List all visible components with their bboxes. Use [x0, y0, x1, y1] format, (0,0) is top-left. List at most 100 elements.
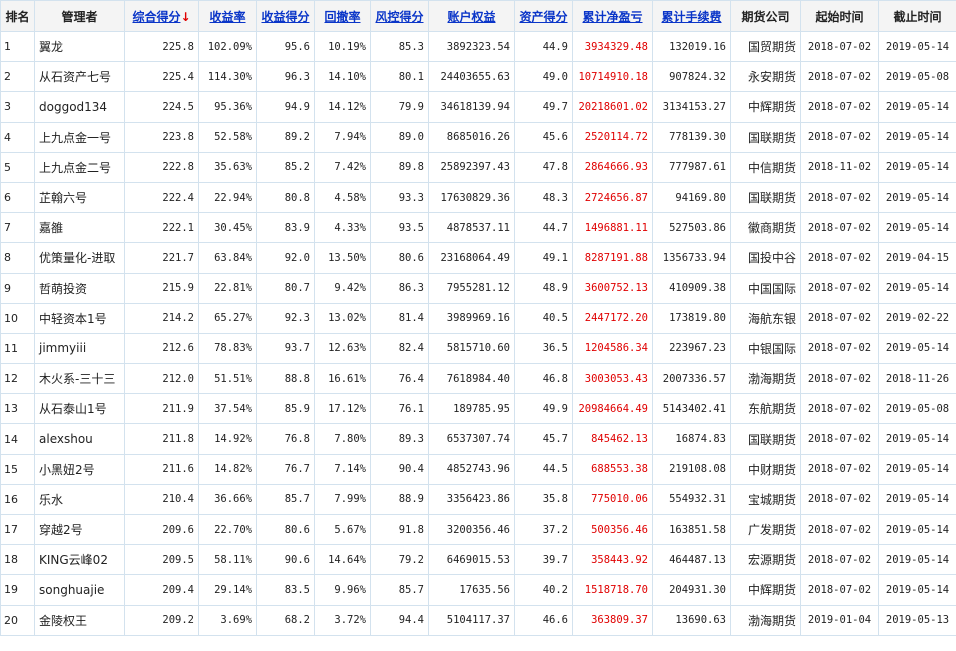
total-score-cell: 211.8 [124, 423, 199, 455]
return-rate-cell: 14.82% [198, 453, 257, 485]
asset-score-cell: 40.2 [514, 574, 573, 606]
cumulative-fee-cell: 778139.30 [652, 121, 731, 153]
asset-score-cell: 45.6 [514, 121, 573, 153]
header-asset-score[interactable]: 资产得分 [514, 0, 573, 32]
header-return-rate[interactable]: 收益率 [198, 0, 257, 32]
drawdown-rate-cell: 4.58% [314, 181, 371, 214]
cumulative-fee-cell: 13690.63 [652, 604, 731, 636]
manager-cell: 从石资产七号 [34, 61, 125, 93]
futures-company-cell: 渤海期货 [730, 363, 801, 395]
cumulative-fee-cell: 173819.80 [652, 302, 731, 334]
return-rate-cell: 114.30% [198, 61, 257, 93]
asset-score-cell: 49.7 [514, 91, 573, 123]
return-rate-cell: 14.92% [198, 423, 257, 455]
return-rate-cell: 36.66% [198, 483, 257, 516]
return-score-cell: 85.7 [256, 483, 315, 516]
return-score-cell: 94.9 [256, 91, 315, 123]
account-equity-cell: 6537307.74 [428, 423, 515, 455]
header-total-score-label: 综合得分 [132, 9, 181, 24]
futures-company-cell: 国联期货 [730, 121, 801, 153]
futures-company-cell: 中银国际 [730, 332, 801, 365]
return-score-cell: 92.0 [256, 242, 315, 274]
cumulative-pnl-cell: 20218601.02 [572, 91, 653, 123]
header-total-score[interactable]: 综合得分↓ [124, 0, 199, 32]
cumulative-pnl-cell: 2864666.93 [572, 151, 653, 183]
total-score-cell: 222.1 [124, 212, 199, 244]
asset-score-cell: 35.8 [514, 483, 573, 516]
table-row: 8 优策量化-进取 221.7 63.84% 92.0 13.50% 80.6 2316806… [0, 242, 956, 274]
table-row: 20 金陵权王 209.2 3.69% 68.2 3.72% 94.4 5104117.37 4… [0, 604, 956, 636]
rank-cell: 6 [0, 181, 35, 214]
table-row: 15 小黑妞2号 211.6 14.82% 76.7 7.14% 90.4 4852743.9… [0, 453, 956, 485]
cumulative-fee-cell: 1356733.94 [652, 242, 731, 274]
drawdown-rate-cell: 9.96% [314, 574, 371, 606]
table-row: 16 乐水 210.4 36.66% 85.7 7.99% 88.9 3356423.86 35… [0, 483, 956, 516]
asset-score-cell: 44.7 [514, 212, 573, 244]
asset-score-cell: 44.5 [514, 453, 573, 485]
header-risk-score[interactable]: 风控得分 [370, 0, 429, 32]
total-score-cell: 224.5 [124, 91, 199, 123]
return-score-cell: 88.8 [256, 363, 315, 395]
rank-cell: 8 [0, 242, 35, 274]
total-score-cell: 211.6 [124, 453, 199, 485]
return-score-cell: 90.6 [256, 544, 315, 576]
drawdown-rate-cell: 14.64% [314, 544, 371, 576]
risk-score-cell: 89.0 [370, 121, 429, 153]
start-date-cell: 2018-07-02 [800, 483, 879, 516]
drawdown-rate-cell: 16.61% [314, 363, 371, 395]
header-cumulative-pnl[interactable]: 累计净盈亏 [572, 0, 653, 32]
end-date-cell: 2019-05-14 [878, 574, 956, 606]
asset-score-cell: 46.6 [514, 604, 573, 636]
end-date-cell: 2019-04-15 [878, 242, 956, 274]
manager-cell: doggod134 [34, 91, 125, 123]
start-date-cell: 2018-07-02 [800, 30, 879, 63]
table-row: 2 从石资产七号 225.4 114.30% 96.3 14.10% 80.1 2440365… [0, 61, 956, 93]
return-score-cell: 80.8 [256, 181, 315, 214]
risk-score-cell: 80.1 [370, 61, 429, 93]
header-drawdown-rate-label: 回撤率 [324, 9, 361, 24]
return-rate-cell: 22.94% [198, 181, 257, 214]
total-score-cell: 215.9 [124, 272, 199, 304]
header-end-date-label: 截止时间 [893, 9, 942, 24]
cumulative-fee-cell: 5143402.41 [652, 393, 731, 425]
header-return-score[interactable]: 收益得分 [256, 0, 315, 32]
risk-score-cell: 85.3 [370, 30, 429, 63]
start-date-cell: 2018-07-02 [800, 574, 879, 606]
account-equity-cell: 17635.56 [428, 574, 515, 606]
header-cumulative-fee[interactable]: 累计手续费 [652, 0, 731, 32]
end-date-cell: 2019-05-13 [878, 604, 956, 636]
futures-company-cell: 中国国际 [730, 272, 801, 304]
risk-score-cell: 91.8 [370, 513, 429, 546]
header-manager: 管理者 [34, 0, 125, 32]
cumulative-pnl-cell: 500356.46 [572, 513, 653, 546]
return-score-cell: 95.6 [256, 30, 315, 63]
header-cumulative-pnl-label: 累计净盈亏 [582, 9, 643, 24]
return-score-cell: 85.2 [256, 151, 315, 183]
risk-score-cell: 89.3 [370, 423, 429, 455]
futures-company-cell: 中辉期货 [730, 574, 801, 606]
cumulative-pnl-cell: 363809.37 [572, 604, 653, 636]
risk-score-cell: 89.8 [370, 151, 429, 183]
rank-cell: 11 [0, 332, 35, 365]
end-date-cell: 2019-05-08 [878, 393, 956, 425]
table-row: 17 穿越2号 209.6 22.70% 80.6 5.67% 91.8 3200356.46… [0, 513, 956, 546]
header-account-equity[interactable]: 账户权益 [428, 0, 515, 32]
table-row: 4 上九点金一号 223.8 52.58% 89.2 7.94% 89.0 8685016.2… [0, 121, 956, 153]
asset-score-cell: 45.7 [514, 423, 573, 455]
cumulative-pnl-cell: 8287191.88 [572, 242, 653, 274]
asset-score-cell: 48.9 [514, 272, 573, 304]
drawdown-rate-cell: 7.94% [314, 121, 371, 153]
manager-cell: 翼龙 [34, 30, 125, 63]
end-date-cell: 2019-05-14 [878, 181, 956, 214]
cumulative-fee-cell: 554932.31 [652, 483, 731, 516]
end-date-cell: 2019-05-14 [878, 30, 956, 63]
start-date-cell: 2018-07-02 [800, 302, 879, 334]
risk-score-cell: 80.6 [370, 242, 429, 274]
drawdown-rate-cell: 7.42% [314, 151, 371, 183]
risk-score-cell: 76.1 [370, 393, 429, 425]
risk-score-cell: 79.9 [370, 91, 429, 123]
account-equity-cell: 3200356.46 [428, 513, 515, 546]
end-date-cell: 2019-05-14 [878, 151, 956, 183]
header-drawdown-rate[interactable]: 回撤率 [314, 0, 371, 32]
asset-score-cell: 47.8 [514, 151, 573, 183]
